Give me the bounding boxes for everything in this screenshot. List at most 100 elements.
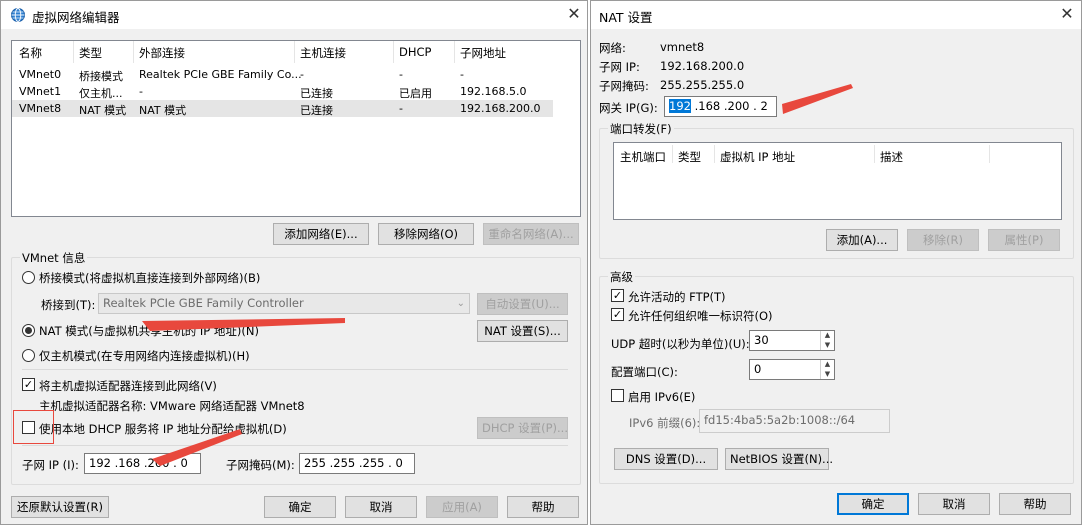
connect-host-adapter-checkbox[interactable]: ✓ [22, 378, 35, 391]
virtual-network-editor-window: 虚拟网络编辑器 ✕ 名称 类型 外部连接 主机连接 DHCP 子网地址 VMne… [0, 0, 588, 525]
vmnet-info-title: VMnet 信息 [20, 250, 88, 266]
port-forwarding-list[interactable]: 主机端口 类型 虚拟机 IP 地址 描述 [613, 142, 1062, 220]
udp-timeout-spinner[interactable]: ▲ ▼ [820, 331, 834, 350]
col-header-name[interactable]: 名称 [19, 45, 42, 61]
help-button[interactable]: 帮助 [999, 493, 1071, 515]
chevron-down-icon: ⌄ [456, 298, 465, 309]
dns-settings-button[interactable]: DNS 设置(D)... [614, 448, 718, 470]
annotation-box [13, 410, 54, 444]
auto-settings-button[interactable]: 自动设置(U)... [477, 293, 568, 315]
use-dhcp-label[interactable]: 使用本地 DHCP 服务将 IP 地址分配给虚拟机(D) [39, 421, 287, 437]
nat-settings-window: NAT 设置 ✕ 网络: vmnet8 子网 IP: 192.168.200.0… [590, 0, 1082, 525]
network-value: vmnet8 [660, 40, 705, 54]
close-icon[interactable]: ✕ [1055, 3, 1079, 25]
bridged-label[interactable]: 桥接模式(将虚拟机直接连接到外部网络)(B) [39, 270, 260, 286]
gateway-ip-first-octet: 192 [669, 99, 691, 113]
cell-dhcp: 已启用 [399, 87, 432, 100]
subnet-ip-label: 子网 IP (I): [22, 458, 79, 472]
table-row-selected[interactable]: VMnet8 NAT 模式 NAT 模式 已连接 - 192.168.200.0 [12, 100, 553, 117]
rename-network-button[interactable]: 重命名网络(A)... [483, 223, 579, 245]
col-header-type[interactable]: 类型 [678, 149, 701, 165]
col-header-host[interactable]: 主机连接 [300, 45, 346, 61]
udp-timeout-label: UDP 超时(以秒为单位)(U): [611, 337, 750, 351]
window-title: 虚拟网络编辑器 [32, 10, 120, 25]
cell-external: - [139, 85, 143, 98]
subnet-mask-value: 255.255.255.0 [660, 78, 745, 92]
cell-host: - [300, 68, 304, 81]
list-header: 名称 类型 外部连接 主机连接 DHCP 子网地址 [12, 41, 580, 63]
add-network-button[interactable]: 添加网络(E)... [273, 223, 369, 245]
nat-radio[interactable] [22, 324, 35, 337]
host-only-radio[interactable] [22, 349, 35, 362]
cell-name: VMnet8 [19, 102, 62, 115]
netbios-settings-button[interactable]: NetBIOS 设置(N)... [725, 448, 833, 470]
host-only-label[interactable]: 仅主机模式(在专用网络内连接虚拟机)(H) [39, 348, 250, 364]
allow-any-oui-checkbox[interactable]: ✓ [611, 308, 624, 321]
dhcp-settings-button[interactable]: DHCP 设置(P)... [477, 417, 568, 439]
ok-button[interactable]: 确定 [837, 493, 909, 515]
allow-ftp-label[interactable]: 允许活动的 FTP(T) [628, 289, 726, 305]
gateway-ip-label: 网关 IP(G): [599, 101, 658, 115]
col-header-description[interactable]: 描述 [880, 149, 903, 165]
bridged-to-label: 桥接到(T): [41, 298, 96, 312]
network-globe-icon [11, 8, 25, 22]
col-header-external[interactable]: 外部连接 [139, 45, 185, 61]
allow-any-oui-label[interactable]: 允许任何组织唯一标识符(O) [628, 308, 773, 324]
subnet-mask-field[interactable]: 255 .255 .255 . 0 [299, 453, 415, 474]
config-port-spinner[interactable]: ▲ ▼ [820, 360, 834, 379]
col-header-subnet[interactable]: 子网地址 [460, 45, 506, 61]
table-row[interactable]: VMnet1 仅主机... - 已连接 已启用 192.168.5.0 [12, 83, 580, 100]
enable-ipv6-checkbox[interactable] [611, 389, 624, 402]
port-forwarding-title: 端口转发(F) [608, 121, 674, 137]
help-button[interactable]: 帮助 [507, 496, 579, 518]
udp-timeout-field[interactable]: 30 ▲ ▼ [749, 330, 835, 351]
network-list[interactable]: 名称 类型 外部连接 主机连接 DHCP 子网地址 VMnet0 桥接模式 Re… [11, 40, 581, 217]
col-header-dhcp[interactable]: DHCP [399, 45, 431, 59]
connect-host-adapter-label[interactable]: 将主机虚拟适配器连接到此网络(V) [39, 378, 217, 394]
cell-host: 已连接 [300, 104, 333, 117]
allow-ftp-checkbox[interactable]: ✓ [611, 289, 624, 302]
cell-subnet: 192.168.200.0 [460, 102, 541, 115]
subnet-mask-label: 子网掩码: [599, 79, 649, 93]
cancel-button[interactable]: 取消 [918, 493, 990, 515]
table-row[interactable]: VMnet0 桥接模式 Realtek PCIe GBE Family Co..… [12, 66, 580, 83]
properties-button[interactable]: 属性(P) [988, 229, 1060, 251]
apply-button[interactable]: 应用(A) [426, 496, 498, 518]
remove-port-button[interactable]: 移除(R) [907, 229, 979, 251]
col-header-vm-ip[interactable]: 虚拟机 IP 地址 [720, 149, 795, 165]
cell-subnet: - [460, 68, 464, 81]
nat-label[interactable]: NAT 模式(与虚拟机共享主机的 IP 地址)(N) [39, 323, 259, 339]
bridged-to-value: Realtek PCIe GBE Family Controller [103, 296, 304, 310]
col-header-host-port[interactable]: 主机端口 [620, 149, 666, 165]
restore-defaults-button[interactable]: 还原默认设置(R) [11, 496, 109, 518]
subnet-ip-label: 子网 IP: [599, 60, 640, 74]
host-adapter-name: 主机虚拟适配器名称: VMware 网络适配器 VMnet8 [39, 399, 305, 413]
udp-timeout-value: 30 [754, 333, 769, 347]
gateway-ip-field[interactable]: 192 .168 .200 . 2 [664, 96, 777, 117]
col-header-type[interactable]: 类型 [79, 45, 102, 61]
enable-ipv6-label[interactable]: 启用 IPv6(E) [628, 389, 695, 405]
subnet-ip-field[interactable]: 192 .168 .200 . 0 [84, 453, 201, 474]
gateway-ip-rest: .168 .200 . 2 [690, 99, 768, 113]
cancel-button[interactable]: 取消 [345, 496, 417, 518]
subnet-mask-label: 子网掩码(M): [226, 458, 295, 472]
cell-dhcp: - [399, 102, 403, 115]
divider [22, 445, 568, 446]
cell-type: 仅主机... [79, 87, 123, 100]
ipv6-prefix-field[interactable]: fd15:4ba5:5a2b:1008::/64 [699, 409, 890, 433]
cell-name: VMnet0 [19, 68, 62, 81]
bridged-to-dropdown[interactable]: Realtek PCIe GBE Family Controller ⌄ [98, 293, 470, 314]
cell-dhcp: - [399, 68, 403, 81]
close-icon[interactable]: ✕ [562, 3, 586, 25]
ipv6-prefix-label: IPv6 前缀(6): [629, 416, 701, 430]
add-port-button[interactable]: 添加(A)... [826, 229, 898, 251]
title-bar: 虚拟网络编辑器 ✕ [1, 1, 587, 29]
cell-host: 已连接 [300, 87, 333, 100]
remove-network-button[interactable]: 移除网络(O) [378, 223, 474, 245]
config-port-value: 0 [754, 362, 762, 376]
subnet-ip-value: 192.168.200.0 [660, 59, 745, 73]
config-port-field[interactable]: 0 ▲ ▼ [749, 359, 835, 380]
bridged-radio[interactable] [22, 271, 35, 284]
ok-button[interactable]: 确定 [264, 496, 336, 518]
nat-settings-button[interactable]: NAT 设置(S)... [477, 320, 568, 342]
